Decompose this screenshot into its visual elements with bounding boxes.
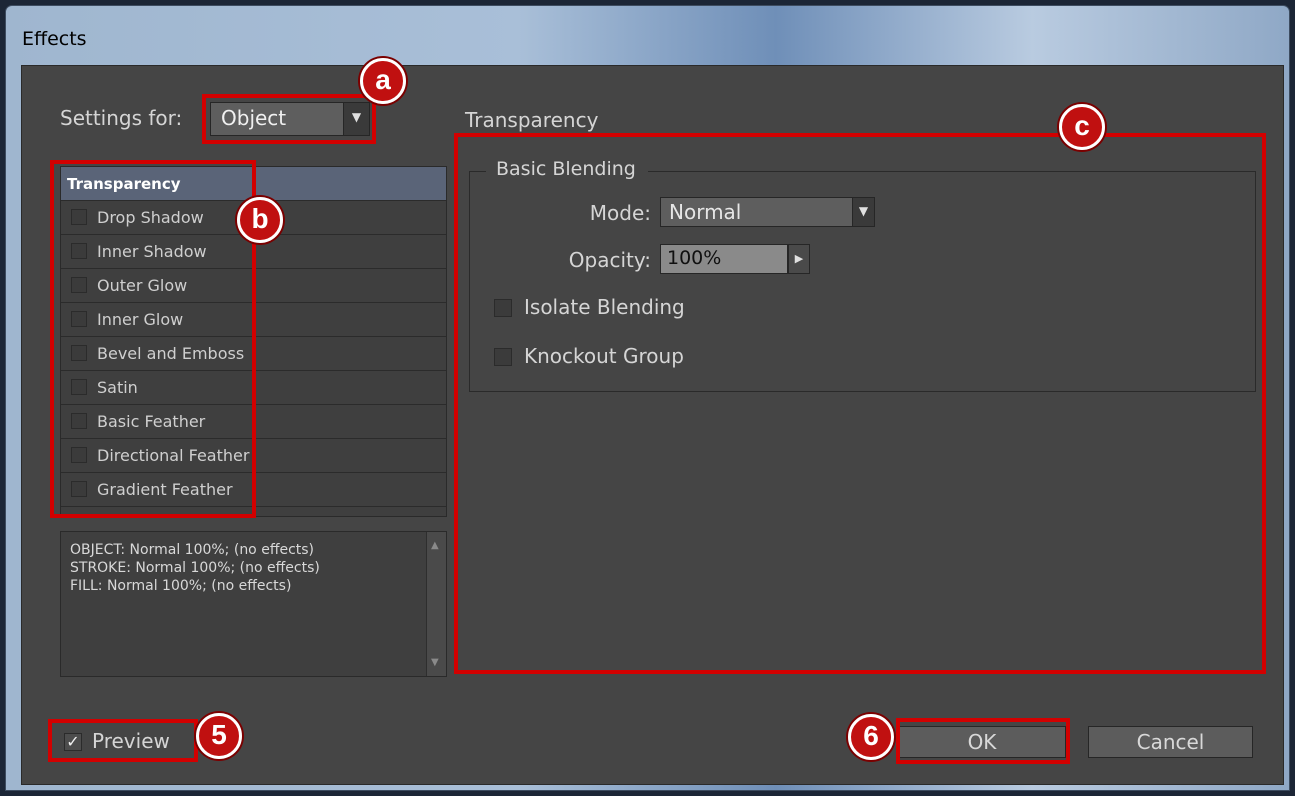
list-item-basic-feather[interactable]: Basic Feather <box>61 405 446 439</box>
drop-shadow-checkbox[interactable] <box>71 209 87 225</box>
title-bar[interactable]: Effects <box>6 6 1289 66</box>
arrow-down-icon[interactable]: ▼ <box>431 657 439 668</box>
basic-feather-checkbox[interactable] <box>71 413 87 429</box>
settings-for-value: Object <box>221 106 287 130</box>
list-item-outer-glow[interactable]: Outer Glow <box>61 269 446 303</box>
list-item-label: Satin <box>97 378 138 397</box>
triangle-down-icon[interactable]: ▼ <box>852 198 874 226</box>
isolate-blending-label: Isolate Blending <box>524 295 685 319</box>
preview-checkbox[interactable]: ✓ <box>64 733 82 751</box>
arrow-up-icon[interactable]: ▲ <box>431 540 439 551</box>
directional-feather-checkbox[interactable] <box>71 447 87 463</box>
mode-label: Mode: <box>589 201 651 225</box>
outer-glow-checkbox[interactable] <box>71 277 87 293</box>
list-item-bevel-and-emboss[interactable]: Bevel and Emboss <box>61 337 446 371</box>
list-item-label: Gradient Feather <box>97 480 233 499</box>
ok-button[interactable]: OK <box>898 726 1066 758</box>
knockout-group-label: Knockout Group <box>524 344 684 368</box>
list-item-label: Inner Shadow <box>97 242 207 261</box>
summary-line-object: OBJECT: Normal 100%; (no effects) <box>70 542 315 558</box>
summary-scrollbar[interactable]: ▲ ▼ <box>426 532 446 676</box>
triangle-down-icon[interactable]: ▼ <box>343 103 369 135</box>
summary-line-fill: FILL: Normal 100%; (no effects) <box>70 578 292 594</box>
callout-c: c <box>1059 104 1105 150</box>
isolate-blending-checkbox[interactable] <box>494 299 512 317</box>
list-item-label: Inner Glow <box>97 310 184 329</box>
effects-summary: OBJECT: Normal 100%; (no effects) STROKE… <box>60 531 447 677</box>
preview-label: Preview <box>92 729 170 753</box>
checkmark-icon: ✓ <box>66 732 80 751</box>
callout-6: 6 <box>848 714 894 760</box>
opacity-label: Opacity: <box>568 248 651 272</box>
group-title: Basic Blending <box>486 158 648 180</box>
list-item-satin[interactable]: Satin <box>61 371 446 405</box>
list-item-label: Bevel and Emboss <box>97 344 245 363</box>
bevel-and-emboss-checkbox[interactable] <box>71 345 87 361</box>
list-item-label: Transparency <box>67 175 181 193</box>
list-item-gradient-feather[interactable]: Gradient Feather <box>61 473 446 507</box>
summary-line-stroke: STROKE: Normal 100%; (no effects) <box>70 560 320 576</box>
cancel-button[interactable]: Cancel <box>1088 726 1253 758</box>
list-item-label: Directional Feather <box>97 446 250 465</box>
inner-shadow-checkbox[interactable] <box>71 243 87 259</box>
callout-5: 5 <box>196 713 242 759</box>
mode-value: Normal <box>669 200 742 224</box>
opacity-input[interactable]: 100% <box>660 244 788 274</box>
opacity-value: 100% <box>667 247 722 269</box>
list-item-directional-feather[interactable]: Directional Feather <box>61 439 446 473</box>
list-item-label: Drop Shadow <box>97 208 204 227</box>
blend-mode-dropdown[interactable]: Normal ▼ <box>660 197 875 227</box>
inner-glow-checkbox[interactable] <box>71 311 87 327</box>
window-title: Effects <box>22 28 87 50</box>
list-item-inner-glow[interactable]: Inner Glow <box>61 303 446 337</box>
gradient-feather-checkbox[interactable] <box>71 481 87 497</box>
settings-for-dropdown[interactable]: Object ▼ <box>210 102 370 136</box>
basic-blending-group: Basic Blending Mode: Normal ▼ Opacity: 1… <box>469 158 1256 392</box>
satin-checkbox[interactable] <box>71 379 87 395</box>
dialog-body: Settings for: Object ▼ Transparency Drop… <box>21 65 1284 785</box>
effects-dialog-window: Effects Settings for: Object ▼ Transpare… <box>5 5 1290 791</box>
list-item-transparency[interactable]: Transparency <box>61 167 446 201</box>
panel-title: Transparency <box>465 108 599 132</box>
knockout-group-checkbox[interactable] <box>494 348 512 366</box>
triangle-right-icon[interactable]: ▶ <box>788 244 810 274</box>
settings-for-label: Settings for: <box>60 106 183 130</box>
callout-a: a <box>360 58 406 104</box>
list-item-label: Basic Feather <box>97 412 206 431</box>
list-item-label: Outer Glow <box>97 276 188 295</box>
callout-b: b <box>237 197 283 243</box>
